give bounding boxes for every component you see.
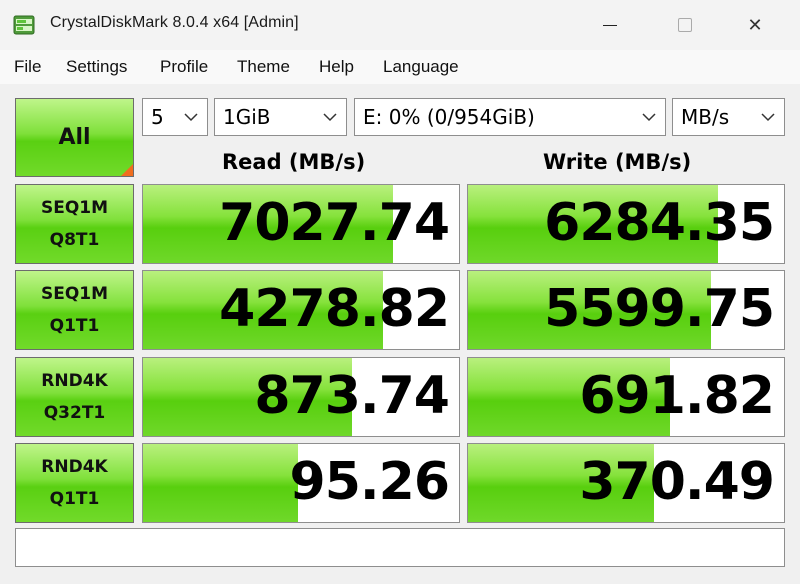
corner-marker-icon — [121, 164, 133, 176]
count-value: 5 — [151, 105, 164, 129]
write-result-cell: 5599.75 — [467, 270, 785, 350]
all-label: All — [58, 125, 91, 150]
write-result-value: 691.82 — [579, 366, 775, 426]
chevron-down-icon — [761, 113, 775, 122]
all-button[interactable]: All — [15, 98, 134, 177]
maximize-icon — [678, 18, 692, 32]
app-icon — [13, 15, 35, 35]
read-result-cell: 95.26 — [142, 443, 460, 523]
write-result-cell: 6284.35 — [467, 184, 785, 264]
test-label-line1: SEQ1M — [40, 198, 109, 218]
close-button[interactable]: ✕ — [725, 0, 785, 50]
unit-value: MB/s — [681, 105, 730, 129]
test-label-line2: Q1T1 — [49, 489, 100, 509]
chevron-down-icon — [184, 113, 198, 122]
read-result-cell: 4278.82 — [142, 270, 460, 350]
write-result-value: 6284.35 — [544, 193, 775, 253]
test-button-rnd4k-q32t1[interactable]: RND4K Q32T1 — [15, 357, 134, 437]
test-label-line1: RND4K — [41, 457, 108, 477]
drive-select[interactable]: E: 0% (0/954GiB) — [354, 98, 666, 136]
menu-language[interactable]: Language — [383, 57, 459, 77]
menu-theme[interactable]: Theme — [237, 57, 290, 77]
test-button-rnd4k-q1t1[interactable]: RND4K Q1T1 — [15, 443, 134, 523]
unit-select[interactable]: MB/s — [672, 98, 785, 136]
test-label-line2: Q1T1 — [49, 316, 100, 336]
read-result-value: 873.74 — [254, 366, 450, 426]
drive-value: E: 0% (0/954GiB) — [363, 105, 535, 129]
read-result-cell: 873.74 — [142, 357, 460, 437]
test-button-seq1m-q1t1[interactable]: SEQ1M Q1T1 — [15, 270, 134, 350]
menu-settings[interactable]: Settings — [66, 57, 127, 77]
test-label-line1: RND4K — [41, 371, 108, 391]
test-label-line1: SEQ1M — [40, 284, 109, 304]
menu-help[interactable]: Help — [319, 57, 354, 77]
minimize-icon — [603, 24, 617, 26]
read-result-value: 7027.74 — [219, 193, 450, 253]
chevron-down-icon — [642, 113, 656, 122]
write-result-cell: 691.82 — [467, 357, 785, 437]
test-label-line2: Q32T1 — [43, 403, 106, 423]
comment-field[interactable] — [15, 528, 785, 567]
write-result-value: 5599.75 — [544, 279, 775, 339]
write-header: Write (MB/s) — [543, 150, 692, 174]
maximize-button[interactable] — [655, 0, 715, 50]
title-bar: CrystalDiskMark 8.0.4 x64 [Admin] ✕ — [0, 0, 800, 50]
read-result-value: 4278.82 — [219, 279, 450, 339]
read-header: Read (MB/s) — [222, 150, 366, 174]
size-value: 1GiB — [223, 105, 271, 129]
read-result-bar — [143, 444, 298, 522]
chevron-down-icon — [323, 113, 337, 122]
count-select[interactable]: 5 — [142, 98, 208, 136]
write-result-cell: 370.49 — [467, 443, 785, 523]
test-label-line2: Q8T1 — [49, 230, 100, 250]
size-select[interactable]: 1GiB — [214, 98, 347, 136]
window-title: CrystalDiskMark 8.0.4 x64 [Admin] — [50, 14, 299, 31]
read-result-value: 95.26 — [289, 452, 450, 512]
close-icon: ✕ — [747, 14, 763, 36]
write-result-value: 370.49 — [579, 452, 775, 512]
menu-file[interactable]: File — [14, 57, 41, 77]
test-button-seq1m-q8t1[interactable]: SEQ1M Q8T1 — [15, 184, 134, 264]
read-result-cell: 7027.74 — [142, 184, 460, 264]
minimize-button[interactable] — [580, 0, 640, 50]
menu-profile[interactable]: Profile — [160, 57, 208, 77]
